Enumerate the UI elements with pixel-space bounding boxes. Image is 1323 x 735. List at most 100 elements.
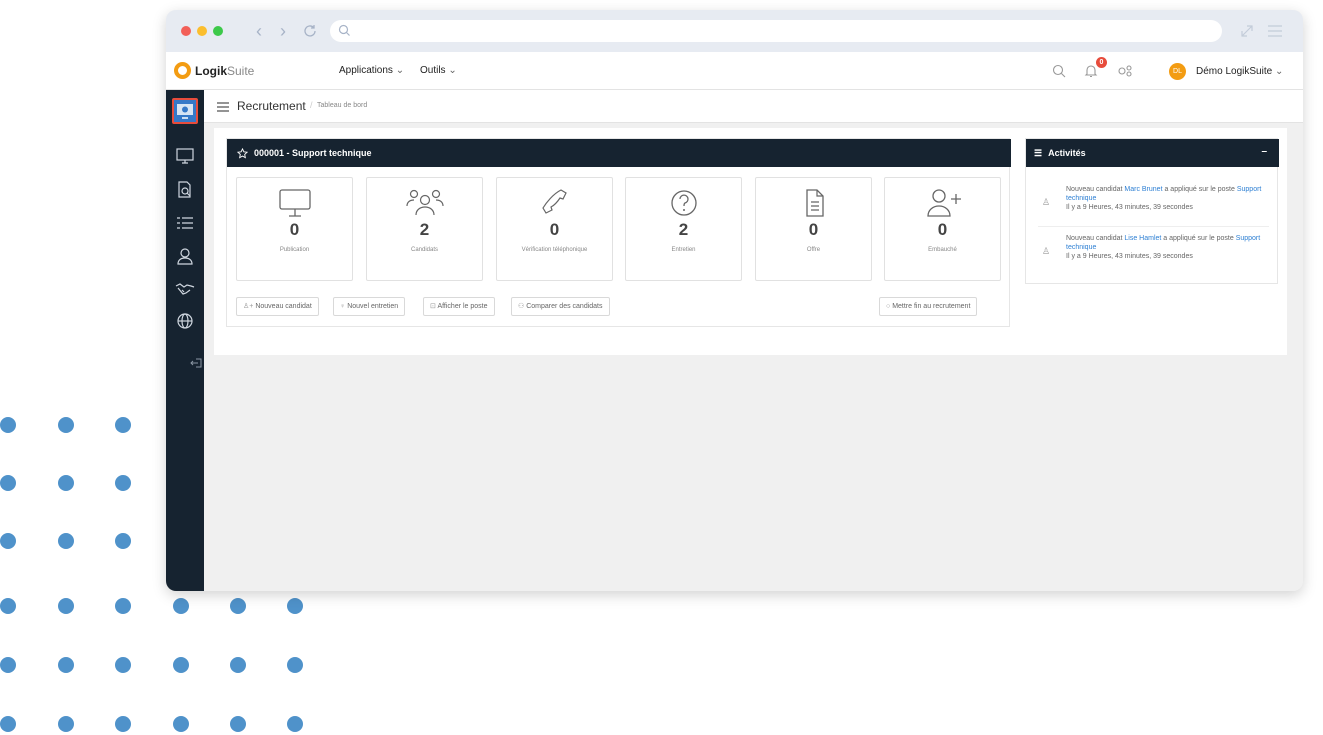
activity-item: Nouveau candidat Lise Hamlet a appliqué … bbox=[1066, 234, 1266, 261]
activity-text: Nouveau candidat bbox=[1066, 235, 1125, 242]
stage-count: 2 bbox=[678, 220, 689, 239]
candidate-link[interactable]: Lise Hamlet bbox=[1124, 235, 1161, 242]
list-icon: ☰ bbox=[1034, 147, 1043, 158]
stage-label: Vérification téléphonique bbox=[521, 247, 588, 253]
close-window-button[interactable] bbox=[181, 26, 191, 36]
activity-text: a appliqué sur le poste bbox=[1161, 235, 1236, 242]
user-icon: ♙ bbox=[1042, 197, 1051, 207]
stage-count: 0 bbox=[549, 220, 560, 239]
globe-icon[interactable] bbox=[175, 312, 195, 330]
activity-time: Il y a 9 Heures, 43 minutes, 39 secondes bbox=[1066, 204, 1193, 211]
expand-icon[interactable] bbox=[1239, 23, 1255, 39]
user-plus-icon: ♙+ bbox=[243, 303, 254, 310]
stage-tile-publication[interactable]: 0 Publication bbox=[236, 177, 353, 281]
stage-count: 0 bbox=[289, 220, 300, 239]
button-label: Afficher le poste bbox=[437, 303, 488, 310]
settings-icon[interactable] bbox=[1117, 64, 1133, 78]
chevron-down-icon: ⌄ bbox=[448, 65, 457, 76]
logo-mark bbox=[174, 62, 191, 79]
button-label: Nouvel entretien bbox=[347, 303, 399, 310]
menu-applications[interactable]: Applications ⌄ bbox=[339, 65, 404, 76]
logo[interactable]: Logik Suite bbox=[174, 62, 254, 79]
breadcrumb: Recrutement / Tableau de bord bbox=[204, 90, 1303, 123]
list-icon[interactable] bbox=[175, 214, 195, 232]
back-arrow-icon[interactable]: ‹ bbox=[256, 21, 262, 42]
button-label: Nouveau candidat bbox=[255, 303, 312, 310]
stage-count: 0 bbox=[808, 220, 819, 239]
collapse-button[interactable]: – bbox=[1261, 146, 1267, 157]
activities-header: ☰ Activités – bbox=[1026, 139, 1279, 167]
hamburger-menu-icon[interactable] bbox=[1267, 24, 1283, 38]
breadcrumb-separator: / bbox=[310, 100, 313, 110]
activity-text: a appliqué sur le poste bbox=[1162, 186, 1237, 193]
phone-icon bbox=[541, 189, 567, 214]
notification-badge: 0 bbox=[1096, 57, 1107, 68]
minimize-window-button[interactable] bbox=[197, 26, 207, 36]
breadcrumb-current[interactable]: Tableau de bord bbox=[317, 102, 367, 109]
avatar[interactable]: DL bbox=[1169, 63, 1186, 80]
view-job-button[interactable]: ⊡ Afficher le poste bbox=[423, 297, 495, 316]
activity-time: Il y a 9 Heures, 43 minutes, 39 secondes bbox=[1066, 253, 1193, 260]
menu-applications-label: Applications bbox=[339, 65, 393, 76]
browser-toolbar: ‹ › bbox=[166, 10, 1303, 52]
star-icon[interactable] bbox=[237, 147, 248, 159]
compare-icon: ⚇ bbox=[518, 303, 525, 310]
activities-title: Activités bbox=[1048, 148, 1086, 158]
hamburger-menu-icon[interactable] bbox=[217, 102, 229, 112]
stage-label: Publication bbox=[279, 247, 310, 253]
users-icon bbox=[405, 189, 444, 216]
search-icon bbox=[338, 24, 350, 36]
logo-light: Suite bbox=[227, 63, 255, 78]
circle-icon: ○ bbox=[886, 303, 891, 310]
maximize-window-button[interactable] bbox=[213, 26, 223, 36]
monitor-icon[interactable] bbox=[175, 147, 195, 165]
user-icon: ♙ bbox=[1042, 246, 1051, 256]
dashboard-panel: 000001 - Support technique 0 Publication… bbox=[214, 128, 1287, 355]
candidate-link[interactable]: Marc Brunet bbox=[1124, 186, 1162, 193]
stage-tile-verification[interactable]: 0 Vérification téléphonique bbox=[496, 177, 613, 281]
handshake-icon[interactable] bbox=[175, 280, 195, 298]
chevron-down-icon: ⌄ bbox=[1274, 66, 1284, 77]
menu-outils-label: Outils bbox=[420, 65, 446, 76]
stage-label: Candidats bbox=[410, 247, 439, 253]
search-icon[interactable] bbox=[1052, 64, 1066, 78]
browser-window: ‹ › Logik Suite Applications ⌄ Outils ⌄ 0… bbox=[166, 10, 1303, 591]
user-menu[interactable]: Démo LogikSuite ⌄ bbox=[1196, 66, 1283, 77]
menu-outils[interactable]: Outils ⌄ bbox=[420, 65, 457, 76]
stage-label: Offre bbox=[806, 247, 821, 253]
button-label: Comparer des candidats bbox=[526, 303, 603, 310]
logo-bold: Logik bbox=[195, 63, 227, 78]
stage-tile-entretien[interactable]: 2 Entretien bbox=[625, 177, 742, 281]
compare-candidates-button[interactable]: ⚇ Comparer des candidats bbox=[511, 297, 610, 316]
stage-tile-embauche[interactable]: 0 Embauché bbox=[884, 177, 1001, 281]
dashboard-icon bbox=[177, 104, 193, 119]
job-title: 000001 - Support technique bbox=[254, 148, 372, 158]
briefcase-icon: ⊡ bbox=[430, 303, 436, 310]
reload-icon[interactable] bbox=[302, 23, 318, 39]
monitor-icon bbox=[278, 189, 311, 217]
sidebar-item-dashboard[interactable] bbox=[172, 98, 198, 124]
collapse-icon[interactable] bbox=[190, 357, 202, 369]
new-interview-button[interactable]: ♀ Nouvel entretien bbox=[333, 297, 406, 316]
address-bar[interactable] bbox=[330, 20, 1222, 42]
job-card-header: 000001 - Support technique bbox=[227, 139, 1011, 167]
bell-icon[interactable] bbox=[1084, 64, 1098, 78]
user-icon[interactable] bbox=[175, 247, 195, 265]
activity-item: Nouveau candidat Marc Brunet a appliqué … bbox=[1066, 185, 1266, 212]
job-card: 000001 - Support technique 0 Publication… bbox=[226, 138, 1011, 327]
end-recruitment-button[interactable]: ○ Mettre fin au recrutement bbox=[879, 297, 978, 316]
button-label: Mettre fin au recrutement bbox=[892, 303, 971, 310]
sidebar bbox=[166, 90, 204, 591]
activities-card: ☰ Activités – ♙ Nouveau candidat Marc Br… bbox=[1025, 138, 1279, 284]
page-title: Recrutement bbox=[237, 99, 306, 113]
divider bbox=[1038, 226, 1269, 227]
question-icon bbox=[670, 190, 697, 216]
forward-arrow-icon[interactable]: › bbox=[280, 21, 286, 42]
activity-text: Nouveau candidat bbox=[1066, 186, 1125, 193]
stage-label: Entretien bbox=[671, 247, 696, 253]
document-search-icon[interactable] bbox=[175, 181, 195, 199]
app-header: Logik Suite Applications ⌄ Outils ⌄ 0 DL … bbox=[166, 52, 1303, 90]
stage-tile-offre[interactable]: 0 Offre bbox=[755, 177, 872, 281]
stage-tile-candidats[interactable]: 2 Candidats bbox=[366, 177, 483, 281]
new-candidate-button[interactable]: ♙+ Nouveau candidat bbox=[236, 297, 319, 316]
